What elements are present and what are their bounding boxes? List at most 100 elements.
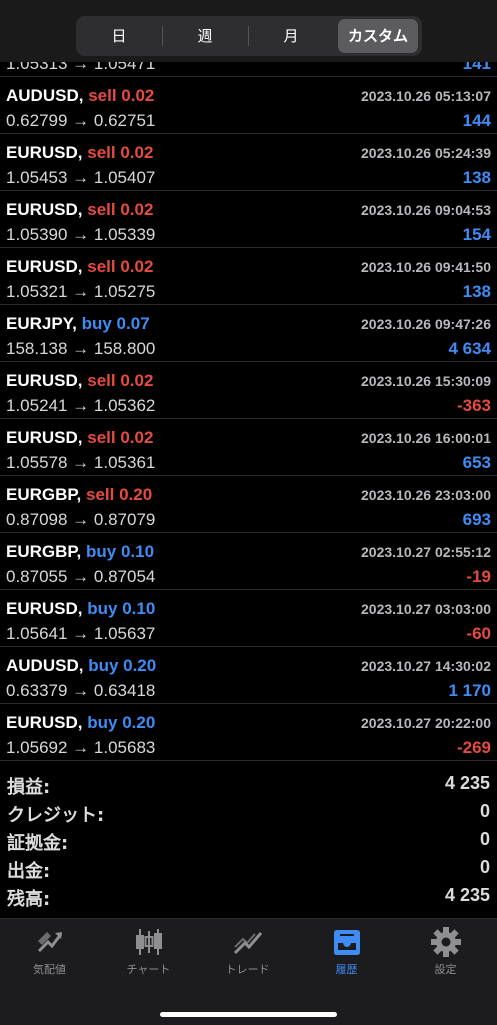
segment-week[interactable]: 週 (165, 19, 245, 53)
list-item[interactable]: AUDUSD, buy 0.20 2023.10.27 14:30:02 0.6… (0, 647, 497, 704)
trade-icon (233, 932, 262, 955)
profit-value: 154 (462, 225, 491, 244)
tab-history[interactable]: 履歴 (297, 927, 396, 987)
symbol: EURUSD, (6, 143, 83, 162)
symbol: EURGBP, (6, 485, 82, 504)
symbol-line: EURUSD, buy 0.20 (6, 713, 155, 733)
symbol-line: EURUSD, sell 0.02 (6, 371, 153, 391)
symbol-line: AUDUSD, buy 0.20 (6, 656, 156, 676)
trade-time: 2023.10.26 05:13:07 (361, 88, 491, 104)
list-item[interactable]: EURUSD, sell 0.02 2023.10.26 16:00:01 1.… (0, 419, 497, 476)
list-item[interactable]: EURGBP, sell 0.20 2023.10.26 23:03:00 0.… (0, 476, 497, 533)
trade-time: 2023.10.26 23:03:00 (361, 487, 491, 503)
side-volume: sell 0.02 (87, 257, 154, 276)
chart-candles-icon (135, 929, 162, 955)
symbol-line: AUDUSD, sell 0.02 (6, 86, 154, 106)
tab-label: 設定 (434, 963, 457, 976)
summary-label: 損益: (7, 777, 51, 798)
profit-value: -19 (466, 567, 491, 586)
symbol: EURUSD, (6, 371, 83, 390)
profit-value: -60 (466, 624, 491, 643)
segment-custom[interactable]: カスタム (338, 19, 418, 53)
trade-time: 2023.10.27 02:55:12 (361, 544, 491, 560)
segment-divider (248, 26, 249, 46)
price-change: 0.87055 → 0.87054 (6, 567, 156, 586)
symbol-line: EURUSD, sell 0.02 (6, 143, 153, 163)
list-item[interactable]: EURGBP, buy 0.10 2023.10.27 02:55:12 0.8… (0, 533, 497, 590)
price-change: 1.05241 → 1.05362 (6, 396, 156, 415)
symbol-line: EURJPY, buy 0.07 (6, 314, 150, 334)
price-change: 0.87098 → 0.87079 (6, 510, 156, 529)
symbol: EURGBP, (6, 542, 82, 561)
trade-time: 2023.10.26 16:00:01 (361, 430, 491, 446)
tab-label: チャート (126, 963, 171, 976)
quotes-icon (37, 932, 62, 953)
trade-time: 2023.10.27 03:03:00 (361, 601, 491, 617)
side-volume: sell 0.02 (87, 428, 154, 447)
list-item[interactable]: EURUSD, sell 0.02 2023.10.26 09:41:50 1.… (0, 248, 497, 305)
summary-value: 0 (479, 857, 490, 877)
profit-value: 4 634 (448, 339, 491, 358)
profit-value: -269 (456, 738, 491, 757)
side-volume: buy 0.07 (81, 314, 150, 333)
summary-row-credit: クレジット: 0 (0, 798, 497, 826)
home-indicator[interactable] (160, 1012, 337, 1017)
segment-month[interactable]: 月 (251, 19, 331, 53)
list-item[interactable]: EURJPY, buy 0.07 2023.10.26 09:47:26 158… (0, 305, 497, 362)
list-item[interactable]: EURUSD, buy 0.10 2023.10.27 03:03:00 1.0… (0, 590, 497, 647)
summary-value: 4 235 (444, 885, 490, 905)
price-change: 158.138 → 158.800 (6, 339, 156, 358)
symbol-line: EURGBP, buy 0.10 (6, 542, 154, 562)
trade-time: 2023.10.27 20:22:00 (361, 715, 491, 731)
price-change: 0.63379 → 0.63418 (6, 681, 156, 700)
tab-settings[interactable]: 設定 (396, 927, 495, 987)
symbol-line: EURUSD, sell 0.02 (6, 428, 153, 448)
side-volume: sell 0.02 (88, 86, 155, 105)
list-item[interactable]: EURUSD, sell 0.02 2023.10.26 05:24:39 1.… (0, 134, 497, 191)
symbol-line: EURUSD, sell 0.02 (6, 257, 153, 277)
symbol: EURUSD, (6, 713, 83, 732)
history-icon (333, 930, 360, 955)
history-list[interactable]: 1.05313 → 1.05471 141 AUDUSD, sell 0.02 … (0, 0, 497, 766)
summary-label: 証拠金: (7, 833, 69, 854)
profit-value: 144 (462, 111, 491, 130)
summary-label: 出金: (7, 861, 51, 882)
summary-label: 残高: (7, 889, 51, 910)
trade-time: 2023.10.26 15:30:09 (361, 373, 491, 389)
period-selector-bar: 日 週 月 カスタム (0, 0, 497, 62)
tab-chart[interactable]: チャート (99, 927, 198, 987)
tab-quotes[interactable]: 気配値 (0, 927, 99, 987)
side-volume: sell 0.02 (87, 371, 154, 390)
price-change: 1.05692 → 1.05683 (6, 738, 156, 757)
tab-bar: 気配値 チャート トレード 履歴 設定 (0, 918, 497, 1025)
profit-value: -363 (456, 396, 491, 415)
symbol: EURJPY, (6, 314, 77, 333)
list-item[interactable]: EURUSD, buy 0.20 2023.10.27 20:22:00 1.0… (0, 704, 497, 761)
symbol: EURUSD, (6, 599, 83, 618)
trade-time: 2023.10.27 14:30:02 (361, 658, 491, 674)
tab-label: 気配値 (33, 963, 66, 976)
side-volume: buy 0.10 (86, 542, 155, 561)
symbol: EURUSD, (6, 200, 83, 219)
price-change: 1.05578 → 1.05361 (6, 453, 156, 472)
list-item[interactable]: EURUSD, sell 0.02 2023.10.26 09:04:53 1.… (0, 191, 497, 248)
price-change: 0.62799 → 0.62751 (6, 111, 156, 130)
side-volume: buy 0.20 (87, 713, 156, 732)
list-item[interactable]: EURUSD, sell 0.02 2023.10.26 15:30:09 1.… (0, 362, 497, 419)
symbol-line: EURGBP, sell 0.20 (6, 485, 152, 505)
summary-row-profit: 損益: 4 235 (0, 770, 497, 798)
list-item[interactable]: AUDUSD, sell 0.02 2023.10.26 05:13:07 0.… (0, 77, 497, 134)
price-change: 1.05641 → 1.05637 (6, 624, 156, 643)
trade-time: 2023.10.26 09:47:26 (361, 316, 491, 332)
segment-day[interactable]: 日 (79, 19, 159, 53)
tab-trade[interactable]: トレード (198, 927, 297, 987)
price-change: 1.05453 → 1.05407 (6, 168, 156, 187)
tab-label: 履歴 (335, 963, 358, 976)
segment-divider (162, 26, 163, 46)
summary-value: 0 (479, 801, 490, 821)
summary-row-margin: 証拠金: 0 (0, 826, 497, 854)
trade-time: 2023.10.26 05:24:39 (361, 145, 491, 161)
symbol: EURUSD, (6, 257, 83, 276)
period-segmented-control: 日 週 月 カスタム (76, 16, 422, 56)
symbol: AUDUSD, (6, 86, 84, 105)
